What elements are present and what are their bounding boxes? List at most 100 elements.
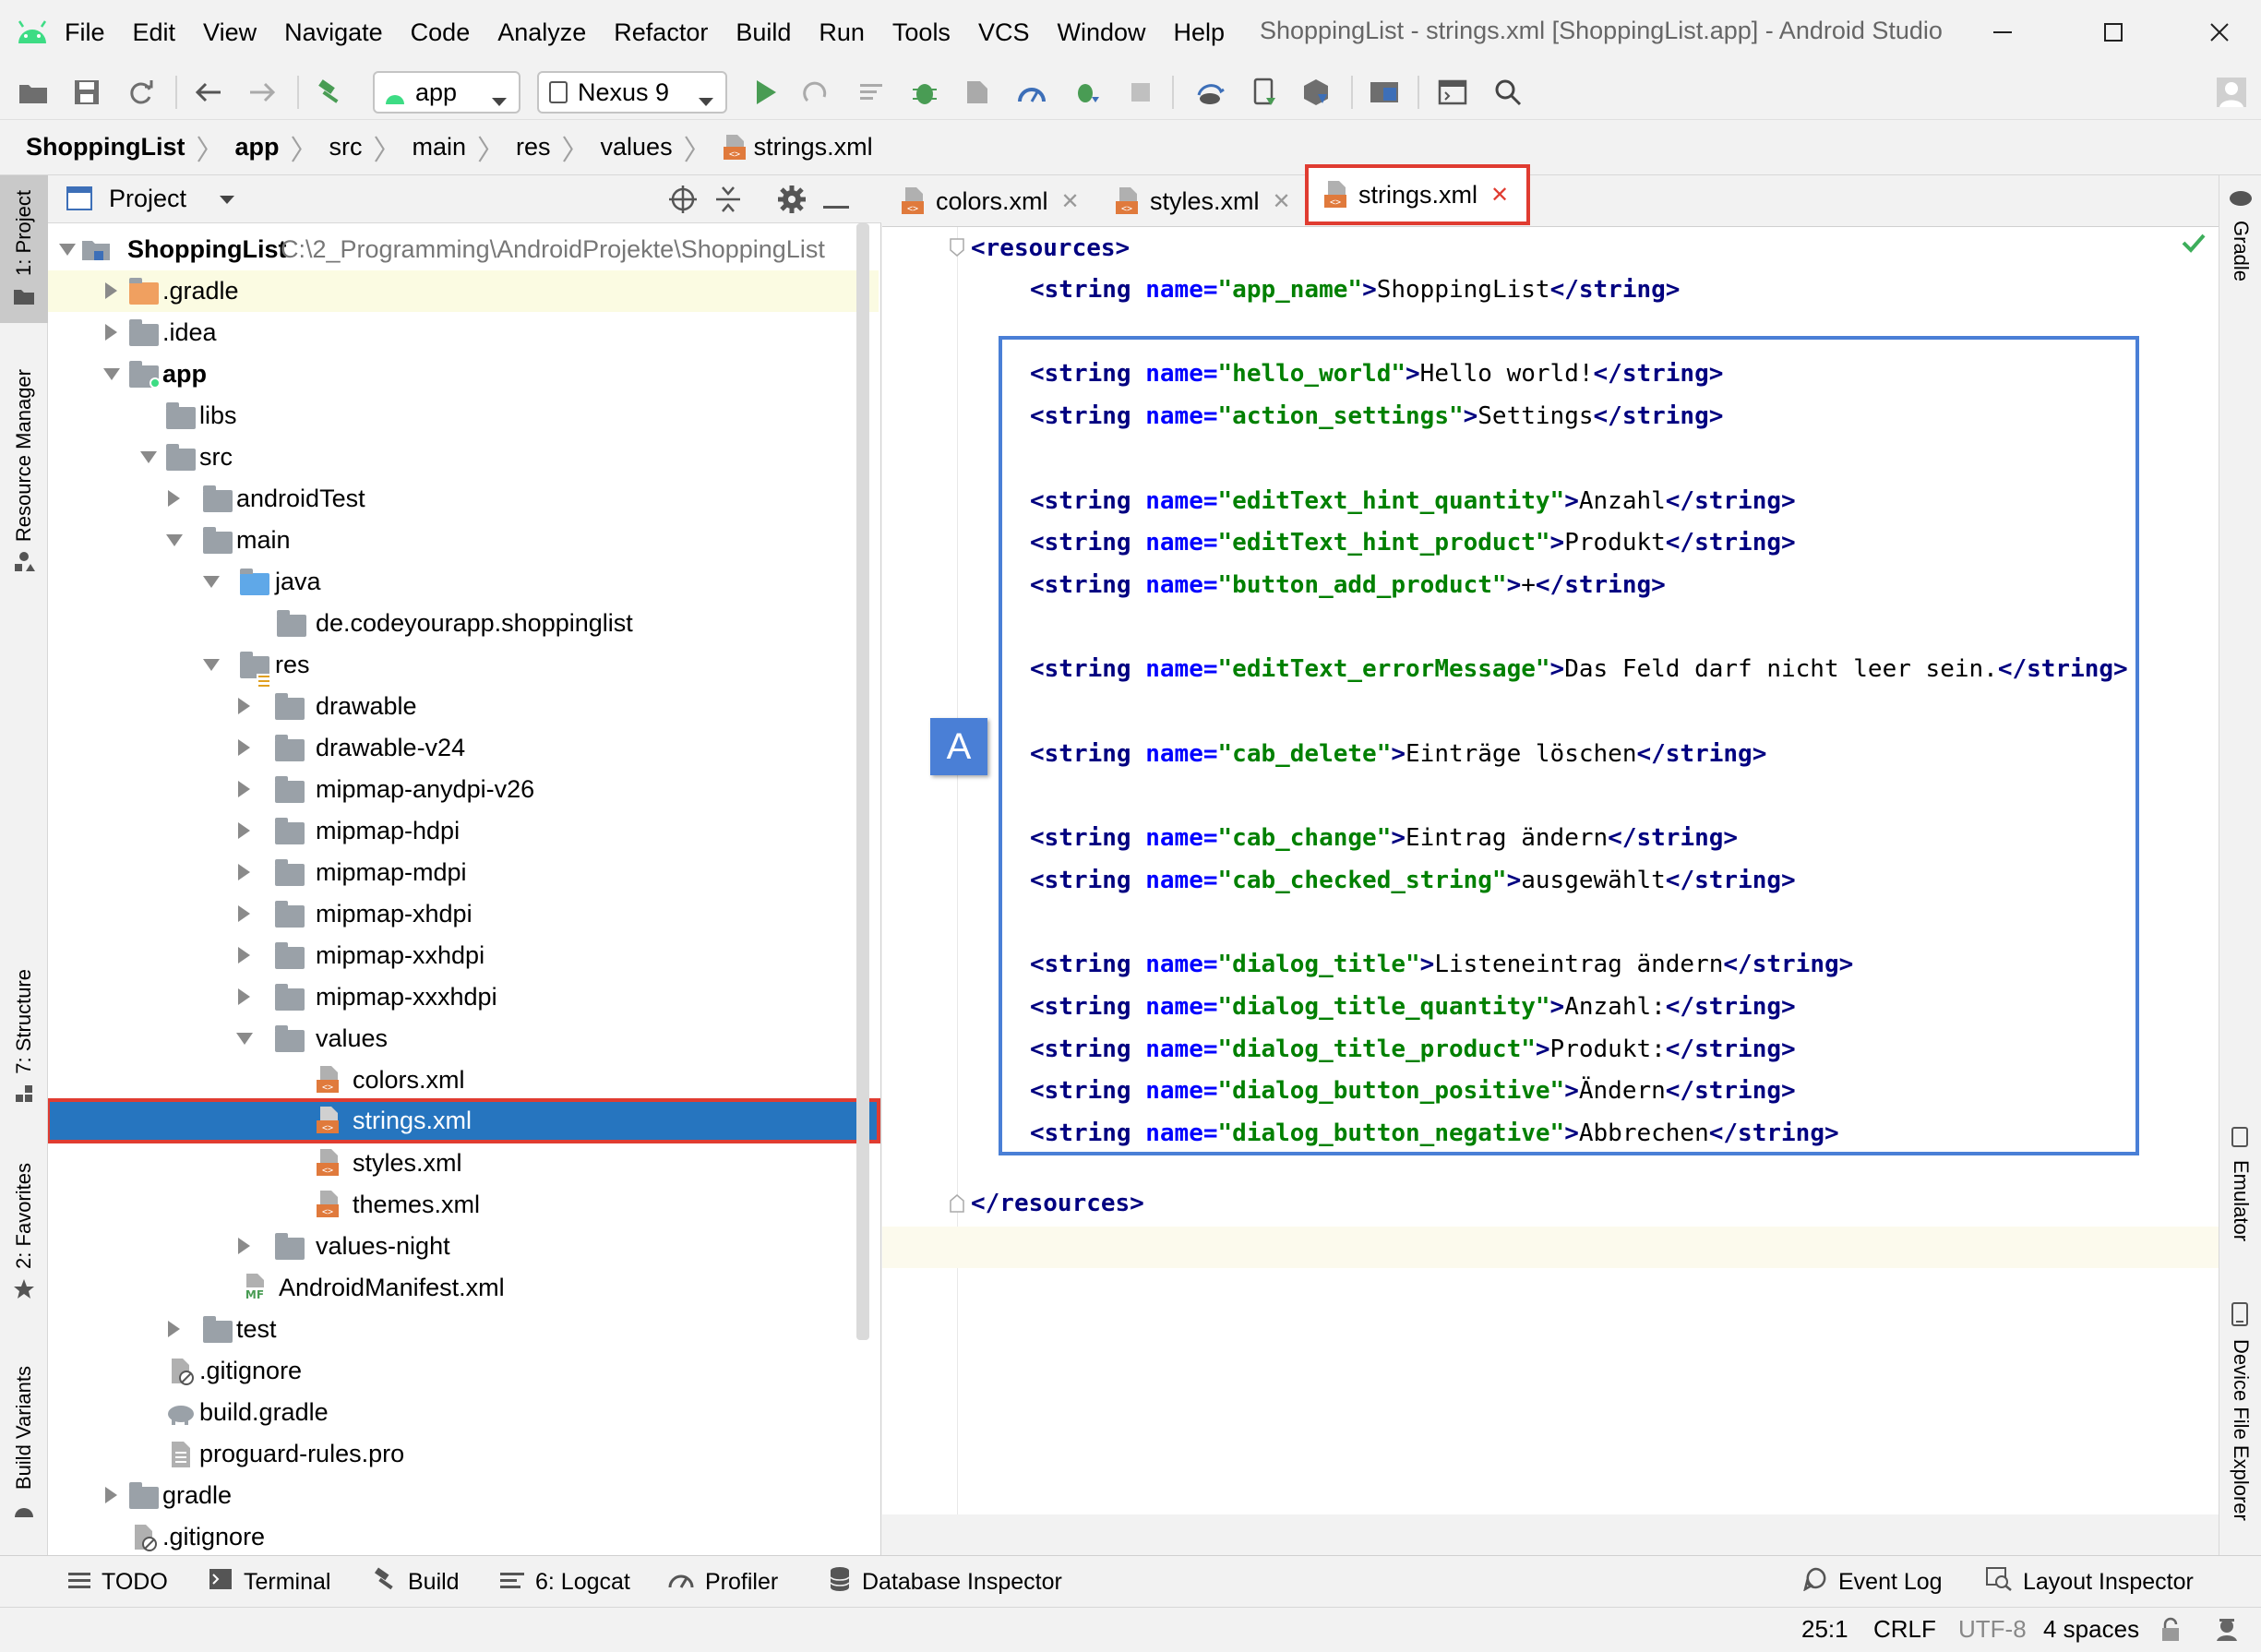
tab-terminal[interactable]: Terminal — [209, 1556, 330, 1608]
chevron-down-icon[interactable] — [219, 194, 235, 210]
debug-icon[interactable] — [904, 72, 945, 113]
avd-manager-icon[interactable] — [1244, 72, 1285, 113]
forward-arrow-icon[interactable] — [242, 72, 282, 113]
tab-layout-inspector[interactable]: Layout Inspector — [1986, 1556, 2194, 1608]
sdk-manager-icon[interactable] — [1296, 72, 1336, 113]
tree-item-src[interactable]: src — [48, 437, 860, 478]
close-tab-icon[interactable]: ✕ — [1061, 188, 1080, 215]
caret-position[interactable]: 25:1 — [1801, 1615, 1848, 1644]
tree-item-build-gradle[interactable]: build.gradle — [48, 1392, 860, 1433]
open-folder-icon[interactable] — [13, 72, 54, 113]
locate-icon[interactable] — [668, 185, 698, 219]
menu-help[interactable]: Help — [1174, 18, 1226, 47]
tree-item-drawable[interactable]: drawable — [48, 686, 860, 727]
tree-item-values[interactable]: values — [48, 1018, 860, 1059]
tree-item-gradle-dir[interactable]: .gradle — [48, 270, 879, 312]
close-tab-icon[interactable]: ✕ — [1490, 182, 1509, 209]
run-icon[interactable] — [746, 72, 786, 113]
tree-item-gitignore-app[interactable]: .gitignore — [48, 1350, 860, 1392]
tree-item-gradle[interactable]: gradle — [48, 1475, 860, 1516]
run-configuration-select[interactable]: app — [373, 71, 520, 114]
user-account-icon[interactable] — [2211, 72, 2252, 113]
menu-vcs[interactable]: VCS — [978, 18, 1030, 47]
tab-todo[interactable]: TODO — [68, 1556, 168, 1608]
project-view-label[interactable]: Project — [109, 185, 186, 213]
menu-edit[interactable]: Edit — [133, 18, 176, 47]
tree-item-values-night[interactable]: values-night — [48, 1226, 860, 1267]
profile-icon[interactable] — [1011, 72, 1052, 113]
tree-item-mipmap-xxhdpi[interactable]: mipmap-xxhdpi — [48, 935, 860, 976]
file-encoding[interactable]: UTF-8 — [1958, 1615, 2027, 1644]
tree-item-colors-xml[interactable]: <> colors.xml — [48, 1059, 860, 1101]
menu-window[interactable]: Window — [1057, 18, 1145, 47]
search-icon[interactable] — [1488, 72, 1528, 113]
tree-item-idea[interactable]: .idea — [48, 312, 860, 353]
run-anything-icon[interactable] — [1432, 72, 1473, 113]
line-separator[interactable]: CRLF — [1873, 1615, 1936, 1644]
menu-refactor[interactable]: Refactor — [614, 18, 708, 47]
tab-structure[interactable]: 7: Structure — [0, 969, 48, 1102]
tree-item-res[interactable]: res — [48, 644, 860, 688]
tree-item-styles-xml[interactable]: <> styles.xml — [48, 1143, 860, 1184]
tree-item-mipmap-hdpi[interactable]: mipmap-hdpi — [48, 810, 860, 852]
hide-panel-icon[interactable] — [823, 198, 849, 214]
code-editor[interactable]: <resources> <string name="app_name">Shop… — [882, 227, 2219, 1514]
tab-database-inspector[interactable]: Database Inspector — [829, 1556, 1062, 1608]
tab-build[interactable]: Build — [373, 1556, 460, 1608]
tab-device-file-explorer[interactable]: Device File Explorer — [2219, 1301, 2261, 1521]
tree-item-androidtest[interactable]: androidTest — [48, 478, 860, 520]
tree-item-test[interactable]: test — [48, 1309, 860, 1350]
menu-view[interactable]: View — [203, 18, 257, 47]
run-with-coverage-icon[interactable] — [956, 72, 997, 113]
make-project-hammer-icon[interactable] — [310, 72, 351, 113]
tree-item-main[interactable]: main — [48, 520, 860, 561]
menu-tools[interactable]: Tools — [892, 18, 951, 47]
collapse-all-icon[interactable] — [714, 185, 742, 219]
apply-changes-icon[interactable] — [796, 72, 836, 113]
tab-logcat[interactable]: 6: Logcat — [500, 1556, 630, 1608]
tab-event-log[interactable]: Event Log — [1803, 1556, 1943, 1608]
tree-item-strings-xml-selected[interactable]: <> strings.xml — [48, 1098, 880, 1143]
sync-icon[interactable] — [120, 72, 161, 113]
fold-marker-icon[interactable] — [950, 238, 964, 261]
stop-icon[interactable] — [1120, 72, 1161, 113]
tree-item-mipmap-anydpi[interactable]: mipmap-anydpi-v26 — [48, 769, 860, 810]
tab-profiler[interactable]: Profiler — [668, 1556, 778, 1608]
tree-item-app[interactable]: app — [48, 353, 860, 395]
breadcrumb-res[interactable]: res — [516, 133, 551, 162]
lock-icon[interactable] — [2159, 1617, 2182, 1647]
tab-project[interactable]: 1: Project — [0, 175, 48, 323]
apply-code-changes-icon[interactable] — [851, 72, 891, 113]
breadcrumb-main[interactable]: main — [412, 133, 466, 162]
tree-item-themes-xml[interactable]: <> themes.xml — [48, 1184, 860, 1226]
tree-item-gitignore-root[interactable]: .gitignore — [48, 1516, 860, 1555]
save-icon[interactable] — [66, 72, 107, 113]
minimize-icon[interactable] — [1975, 9, 2030, 55]
tree-scrollbar[interactable] — [856, 223, 869, 1340]
tree-item-mipmap-xxxhdpi[interactable]: mipmap-xxxhdpi — [48, 976, 860, 1018]
menu-navigate[interactable]: Navigate — [284, 18, 383, 47]
menu-run[interactable]: Run — [819, 18, 865, 47]
maximize-icon[interactable] — [2086, 9, 2141, 55]
tree-item-package[interactable]: de.codeyourapp.shoppinglist — [48, 603, 860, 644]
tree-item-proguard[interactable]: proguard-rules.pro — [48, 1433, 860, 1475]
tree-item-libs[interactable]: libs — [48, 395, 860, 437]
tree-item-drawable-v24[interactable]: drawable-v24 — [48, 727, 860, 769]
tab-favorites[interactable]: 2: Favorites — [0, 1163, 48, 1315]
tab-build-variants[interactable]: Build Variants — [0, 1366, 48, 1550]
back-arrow-icon[interactable] — [188, 72, 229, 113]
tab-emulator[interactable]: Emulator — [2219, 1126, 2261, 1241]
menu-analyze[interactable]: Analyze — [497, 18, 586, 47]
breadcrumb-project[interactable]: ShoppingList — [26, 133, 185, 162]
gear-icon[interactable] — [777, 185, 807, 219]
tree-item-mipmap-xhdpi[interactable]: mipmap-xhdpi — [48, 893, 860, 935]
inspector-hector-icon[interactable] — [2213, 1615, 2241, 1647]
close-tab-icon[interactable]: ✕ — [1273, 188, 1291, 215]
indent-setting[interactable]: 4 spaces — [2043, 1615, 2139, 1644]
menu-file[interactable]: File — [65, 18, 105, 47]
project-structure-icon[interactable] — [1364, 72, 1405, 113]
tree-item-java[interactable]: java — [48, 561, 860, 603]
tab-gradle[interactable]: Gradle — [2219, 188, 2261, 281]
tree-item-root[interactable]: ShoppingList C:\2_Programming\AndroidPro… — [48, 229, 860, 270]
tab-styles-xml[interactable]: <> styles.xml ✕ — [1115, 175, 1291, 227]
